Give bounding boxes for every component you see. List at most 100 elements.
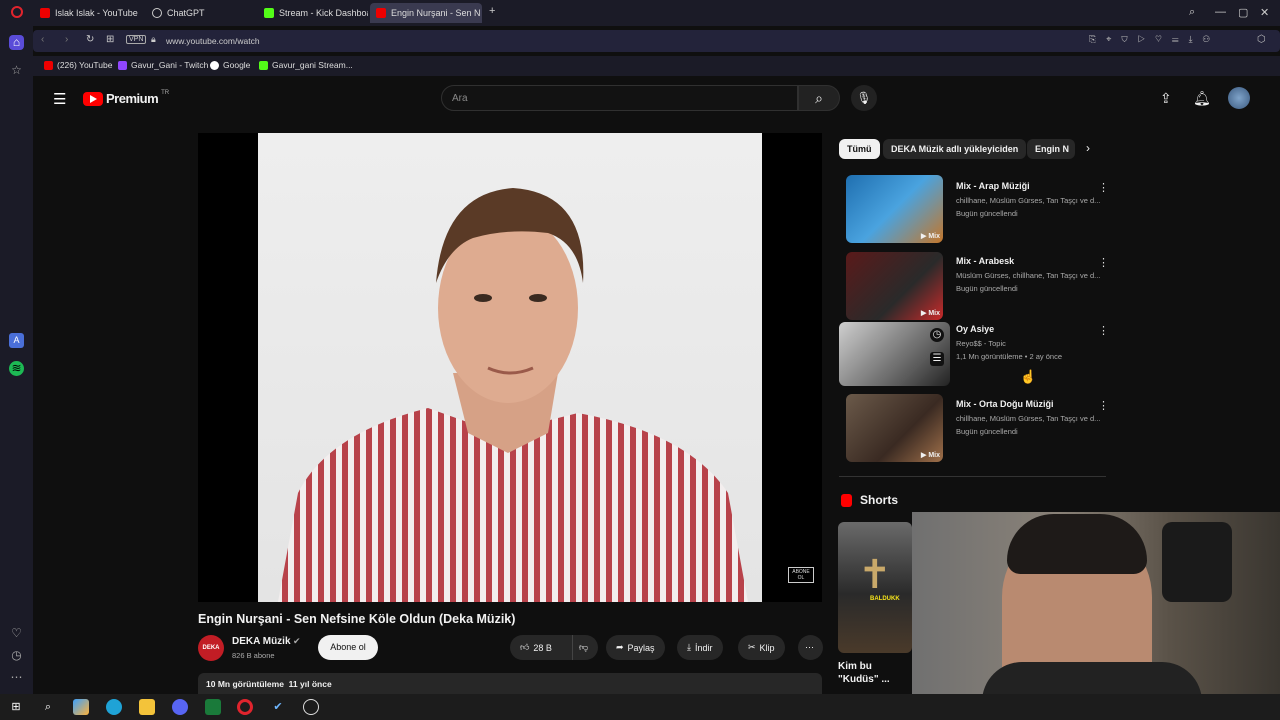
chevron-right-icon[interactable]: › — [1086, 141, 1090, 155]
history-icon[interactable]: ◷ — [9, 648, 24, 663]
youtube-logo[interactable]: Premium TR — [83, 90, 169, 106]
heart-icon[interactable]: ♡ — [9, 626, 24, 641]
reload-icon[interactable]: ↻ — [86, 34, 94, 45]
avatar[interactable] — [1228, 87, 1250, 109]
windows-start-icon[interactable]: ⊞ — [8, 699, 24, 715]
youtube-favicon-icon — [376, 8, 386, 18]
extension-icon[interactable]: ⬡ — [1257, 34, 1266, 45]
search-icon[interactable]: ⌕ — [40, 699, 56, 715]
thumbnail-mix-arap[interactable]: ▶ Mix — [846, 175, 943, 243]
short-title[interactable]: Kim bu "Kudüs" ... — [838, 660, 890, 686]
obs-icon[interactable] — [303, 699, 319, 715]
watch-later-icon[interactable]: ◷ — [930, 328, 944, 342]
bookmark-twitch[interactable]: Gavur_Gani - Twitch — [118, 60, 208, 70]
add-to-queue-icon[interactable]: ☰ — [930, 352, 944, 366]
toolbar-icons[interactable]: ⎘⌖⛉▷♡☰⤓⚇ — [1089, 34, 1220, 45]
browser-sidebar: ⌂ ☆ A ≋ ♡ ◷ ⋯ — [0, 26, 33, 694]
star-icon[interactable]: ☆ — [9, 63, 24, 78]
chip-engin[interactable]: Engin N — [1027, 139, 1075, 159]
more-actions-button[interactable]: ⋯ — [798, 635, 823, 660]
download-button[interactable]: ⤓ İndir — [677, 635, 723, 660]
description-box[interactable]: 10 Mn görüntüleme 11 yıl önce — [198, 673, 822, 694]
url-field[interactable]: www.youtube.com/watch — [166, 36, 260, 46]
rec-meta: Bugün güncellendi — [956, 284, 1018, 293]
share-button[interactable]: ➦ Paylaş — [606, 635, 665, 660]
tab-kick[interactable]: Stream - Kick Dashboard — [258, 3, 368, 23]
rec-title[interactable]: Mix - Orta Doğu Müziği — [956, 399, 1054, 409]
chip-uploader[interactable]: DEKA Müzik adlı yükleyiciden — [883, 139, 1027, 159]
webcam-overlay — [912, 512, 1280, 694]
lock-icon: 🔒︎ — [151, 34, 156, 44]
search-tabs-icon[interactable]: ⌕ — [1189, 6, 1195, 19]
rec-title[interactable]: Mix - Arabesk — [956, 256, 1014, 266]
dislike-button[interactable]: 👎︎ — [572, 635, 598, 660]
menu-icon[interactable]: ☰ — [53, 90, 66, 108]
channel-name[interactable]: DEKA Müzik — [232, 636, 291, 647]
channel-avatar[interactable]: DEKA — [198, 635, 224, 661]
minimize-icon[interactable]: — — [1215, 6, 1226, 18]
search-button[interactable]: ⌕ — [798, 85, 840, 111]
kick-favicon-icon — [264, 8, 274, 18]
thumbnail-mix-ortadogu[interactable]: ▶ Mix — [846, 394, 943, 462]
more-vert-icon[interactable]: ⋮ — [1098, 181, 1109, 194]
google-favicon-icon — [210, 60, 219, 70]
short-thumbnail[interactable]: ✝ BALDUKK — [838, 522, 912, 653]
subscribe-button[interactable]: Abone ol — [318, 635, 378, 660]
youtube-favicon-icon — [40, 8, 50, 18]
like-button[interactable]: 👍︎ 28 B — [510, 635, 572, 660]
copilot-icon[interactable] — [73, 699, 89, 715]
more-vert-icon[interactable]: ⋮ — [1098, 324, 1109, 337]
steam-icon[interactable]: ✔ — [270, 699, 286, 715]
rec-title[interactable]: Mix - Arap Müziği — [956, 181, 1030, 191]
opera-icon[interactable] — [237, 699, 253, 715]
bookmark-kick[interactable]: Gavur_gani Stream... — [259, 60, 353, 70]
more-vert-icon[interactable]: ⋮ — [1098, 256, 1109, 269]
spotify-icon[interactable]: ≋ — [9, 361, 24, 376]
rec-title[interactable]: Oy Asiye — [956, 324, 994, 334]
bookmark-google[interactable]: Google — [210, 60, 250, 70]
notifications-icon[interactable]: 🔔︎ — [1193, 90, 1211, 107]
more-icon[interactable]: ⋯ — [9, 670, 24, 685]
thumbnail-mix-arabesk[interactable]: ▶ Mix — [846, 252, 943, 320]
search-input[interactable]: Ara — [441, 85, 798, 111]
mix-badge: ▶ Mix — [921, 452, 940, 459]
video-frame[interactable] — [258, 133, 762, 602]
more-vert-icon[interactable]: ⋮ — [1098, 399, 1109, 412]
thumbs-up-icon: 👍︎ — [520, 642, 530, 652]
edge-icon[interactable] — [106, 699, 122, 715]
channel-watermark[interactable]: ABONE OL — [788, 567, 814, 583]
maximize-icon[interactable]: ▢ — [1238, 6, 1248, 19]
bookmark-youtube[interactable]: (226) YouTube — [44, 60, 112, 70]
back-icon[interactable]: ‹ — [41, 34, 44, 45]
kick-favicon-icon — [259, 60, 268, 70]
like-count: 28 B — [533, 642, 552, 653]
clip-button[interactable]: ✂ Klip — [738, 635, 785, 660]
voice-search-button[interactable]: 🎙︎ — [851, 85, 877, 111]
subscriber-count: 826 B abone — [232, 651, 275, 660]
home-icon[interactable]: ⌂ — [9, 35, 24, 50]
thumbnail-oy-asiye[interactable]: ◷ ☰ — [839, 322, 950, 386]
forward-icon[interactable]: › — [65, 34, 68, 45]
rec-meta: Reyo$$ - Topic — [956, 339, 1006, 348]
tab-chatgpt[interactable]: ChatGPT — [146, 3, 256, 23]
tab-islak[interactable]: Islak Islak - YouTube — [34, 3, 144, 23]
chip-all[interactable]: Tümü — [839, 139, 880, 159]
tabs-grid-icon[interactable]: ⊞ — [106, 34, 114, 45]
close-icon[interactable]: ✕ — [1260, 6, 1269, 19]
upload-icon[interactable]: ⇪ — [1160, 90, 1172, 107]
download-label: İndir — [694, 642, 713, 653]
short-title-line: "Kudüs" ... — [838, 674, 890, 685]
mic-icon: 🎙︎ — [856, 91, 872, 105]
view-count: 10 Mn görüntüleme — [206, 679, 284, 689]
new-tab-icon[interactable]: + — [489, 5, 495, 17]
video-title: Engin Nurşani - Sen Nefsine Köle Oldun (… — [198, 612, 516, 626]
tab-engin[interactable]: Engin Nurşani - Sen N — [370, 3, 482, 23]
app-icon[interactable]: A — [9, 333, 24, 348]
discord-icon[interactable] — [172, 699, 188, 715]
tab-label: Engin Nurşani - Sen N — [391, 8, 481, 18]
explorer-icon[interactable] — [139, 699, 155, 715]
tab-label: Stream - Kick Dashboard — [279, 8, 368, 18]
opera-logo-icon[interactable] — [11, 6, 23, 18]
vpn-badge[interactable]: VPN — [126, 35, 147, 44]
app-icon[interactable] — [205, 699, 221, 715]
